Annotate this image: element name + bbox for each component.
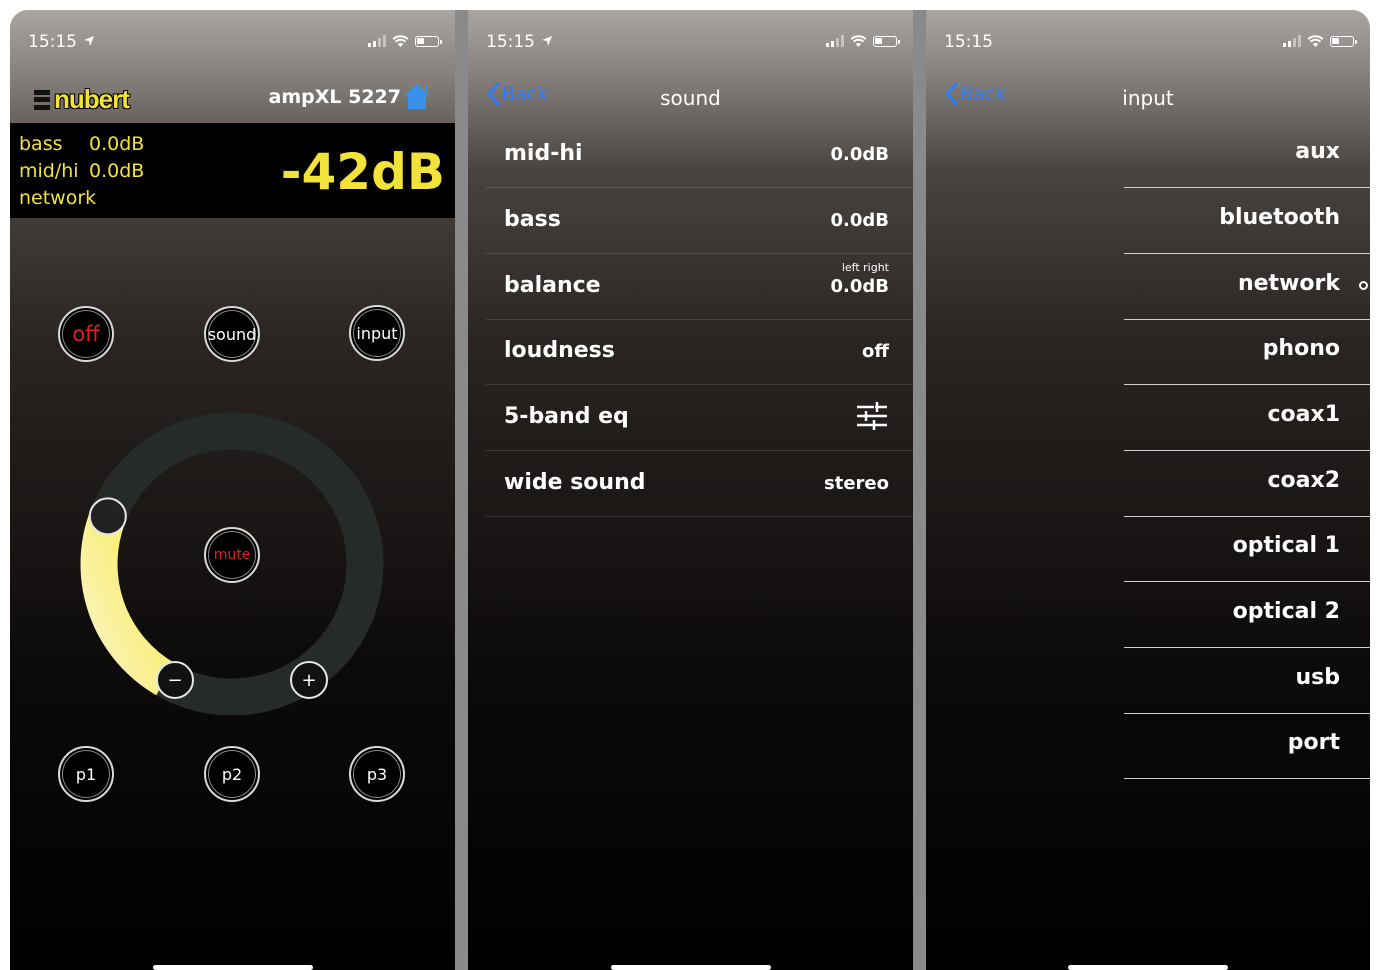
home-indicator[interactable] [152, 965, 313, 970]
volume-level-arc [80, 509, 176, 696]
status-bar: 15:15 [28, 32, 442, 52]
midhi-readout: mid/hi 0.0dB [19, 160, 145, 182]
sound-row-loudness[interactable]: loudness off [486, 319, 913, 385]
info-panel: bass 0.0dB mid/hi 0.0dB network -42dB [10, 123, 455, 218]
row-label: loudness [504, 338, 615, 363]
main-screen: 15:15 nubert ampXL 5227 bass 0.0dB mid/hi… [10, 10, 455, 970]
plus-label: + [301, 670, 316, 691]
row-value: 0.0dB [830, 144, 890, 165]
status-time: 15:15 [486, 32, 553, 52]
input-item-optical2[interactable]: optical 2 [1124, 582, 1370, 648]
input-label: aux [1295, 139, 1340, 164]
volume-readout: -42dB [280, 143, 445, 201]
row-value: 0.0dB [830, 210, 890, 231]
selected-indicator [1359, 281, 1368, 290]
wifi-icon [850, 35, 867, 47]
input-item-optical1[interactable]: optical 1 [1124, 516, 1370, 582]
minus-label: − [167, 670, 182, 691]
location-arrow-icon [542, 36, 552, 46]
status-icons [1283, 35, 1357, 47]
home-icon[interactable] [403, 82, 431, 110]
input-button[interactable]: input [349, 305, 405, 361]
input-label: coax2 [1267, 468, 1341, 493]
row-value: stereo [824, 473, 889, 494]
status-time: 15:15 [944, 32, 993, 52]
balance-sublabel: left right [841, 261, 889, 274]
row-value: off [862, 341, 889, 362]
input-label: optical 2 [1232, 599, 1340, 624]
input-item-port[interactable]: port [1124, 713, 1370, 779]
battery-icon [1330, 35, 1357, 47]
battery-icon [415, 35, 442, 47]
home-indicator[interactable] [1068, 965, 1228, 970]
bass-readout: bass 0.0dB [19, 133, 145, 155]
sound-row-midhi[interactable]: mid-hi 0.0dB [486, 122, 913, 188]
status-bar: 15:15 [944, 32, 1357, 52]
sound-row-widesound[interactable]: wide sound stereo [486, 451, 913, 517]
input-item-phono[interactable]: phono [1124, 319, 1370, 385]
preset-p1-button[interactable]: p1 [58, 746, 114, 802]
sound-row-bass[interactable]: bass 0.0dB [486, 188, 913, 254]
row-label: bass [504, 207, 561, 232]
sound-row-eq[interactable]: 5-band eq [486, 385, 913, 451]
input-label: phono [1262, 336, 1340, 361]
input-item-usb[interactable]: usb [1124, 648, 1370, 714]
row-label: mid-hi [504, 141, 583, 166]
input-item-bluetooth[interactable]: bluetooth [1124, 188, 1370, 254]
input-label: network [1237, 271, 1340, 296]
signal-icon [826, 35, 844, 47]
logo-mark [34, 89, 50, 110]
wifi-icon [1307, 35, 1324, 47]
home-indicator[interactable] [610, 965, 771, 970]
input-item-network[interactable]: network [1124, 254, 1370, 320]
input-label: optical 1 [1232, 533, 1340, 558]
input-label: usb [1295, 665, 1340, 690]
row-value: 0.0dB [830, 276, 890, 297]
sound-button[interactable]: sound [204, 306, 260, 362]
wifi-icon [392, 35, 409, 47]
input-label: bluetooth [1219, 205, 1340, 230]
sound-row-balance[interactable]: balance left right 0.0dB [486, 254, 913, 320]
preset-p3-button[interactable]: p3 [349, 746, 405, 802]
battery-icon [873, 35, 900, 47]
source-readout: network [19, 187, 97, 209]
sliders-icon [857, 402, 887, 430]
input-label: coax1 [1267, 402, 1341, 427]
input-screen: 15:15 Back input aux bluetooth network p… [926, 10, 1370, 970]
page-title: sound [660, 86, 721, 110]
row-label: wide sound [504, 470, 646, 495]
screenshot-frame: 15:15 nubert ampXL 5227 bass 0.0dB mid/hi… [10, 10, 1370, 970]
status-time: 15:15 [28, 32, 95, 52]
input-label: port [1287, 730, 1340, 755]
signal-icon [368, 35, 386, 47]
page-title: input [1122, 86, 1174, 110]
off-button[interactable]: off [58, 306, 114, 362]
nubert-logo: nubert [34, 84, 130, 115]
device-name: ampXL 5227 [268, 86, 401, 108]
signal-icon [1283, 35, 1301, 47]
mute-button[interactable]: mute [204, 527, 260, 583]
volume-up-button[interactable]: + [290, 661, 328, 699]
input-item-aux[interactable]: aux [1124, 122, 1370, 188]
row-label: balance [504, 273, 601, 298]
logo-text: nubert [54, 84, 130, 114]
input-item-coax2[interactable]: coax2 [1124, 451, 1370, 517]
sound-screen: 15:15 Back sound mid-hi 0.0dB bass 0.0dB… [468, 10, 913, 970]
status-icons [826, 35, 900, 47]
status-bar: 15:15 [486, 32, 900, 52]
row-label: 5-band eq [504, 404, 629, 429]
status-icons [368, 35, 442, 47]
volume-down-button[interactable]: − [156, 661, 194, 699]
input-item-coax1[interactable]: coax1 [1124, 385, 1370, 451]
preset-p2-button[interactable]: p2 [204, 746, 260, 802]
volume-knob[interactable] [88, 497, 127, 536]
location-arrow-icon [84, 36, 94, 46]
